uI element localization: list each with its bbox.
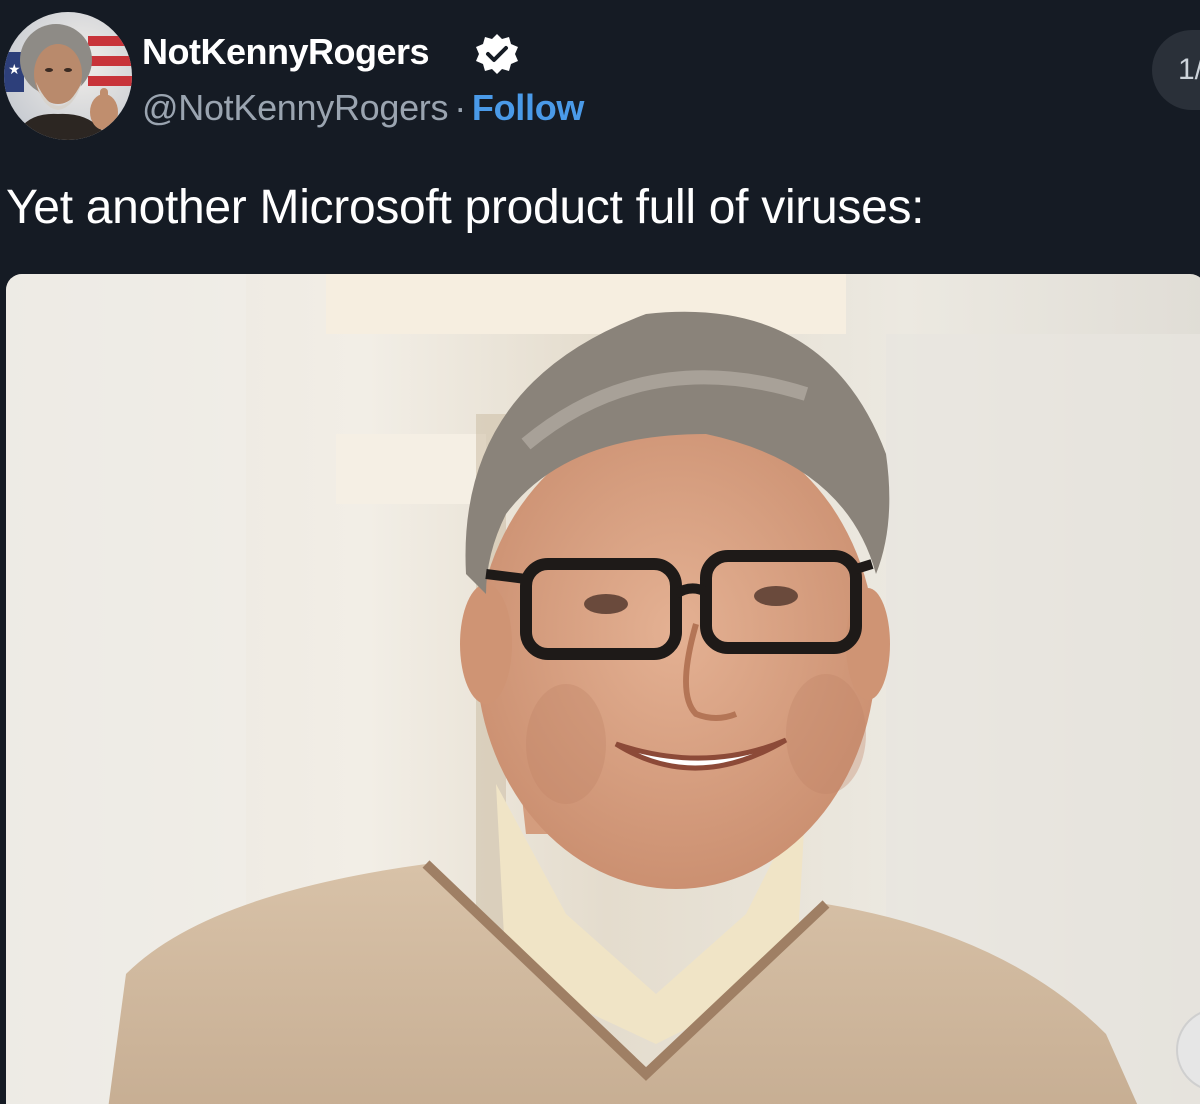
tweet-text: Yet another Microsoft product full of vi… — [6, 181, 925, 234]
tweet-card: ★ NotKennyRogers @NotKennyRogers · Follow — [0, 0, 1200, 1104]
separator-dot: · — [454, 87, 466, 128]
handle-row: @NotKennyRogers · Follow — [142, 86, 584, 130]
handle-link[interactable]: @NotKennyRogers — [142, 87, 449, 128]
follow-button[interactable]: Follow — [472, 87, 584, 128]
verified-badge-icon — [474, 32, 520, 78]
tweet-photo[interactable] — [6, 274, 1200, 1104]
display-name[interactable]: NotKennyRogers — [142, 30, 430, 74]
svg-text:★: ★ — [8, 61, 21, 77]
avatar[interactable]: ★ — [4, 12, 132, 140]
media-counter[interactable]: 1/ — [1152, 30, 1200, 110]
